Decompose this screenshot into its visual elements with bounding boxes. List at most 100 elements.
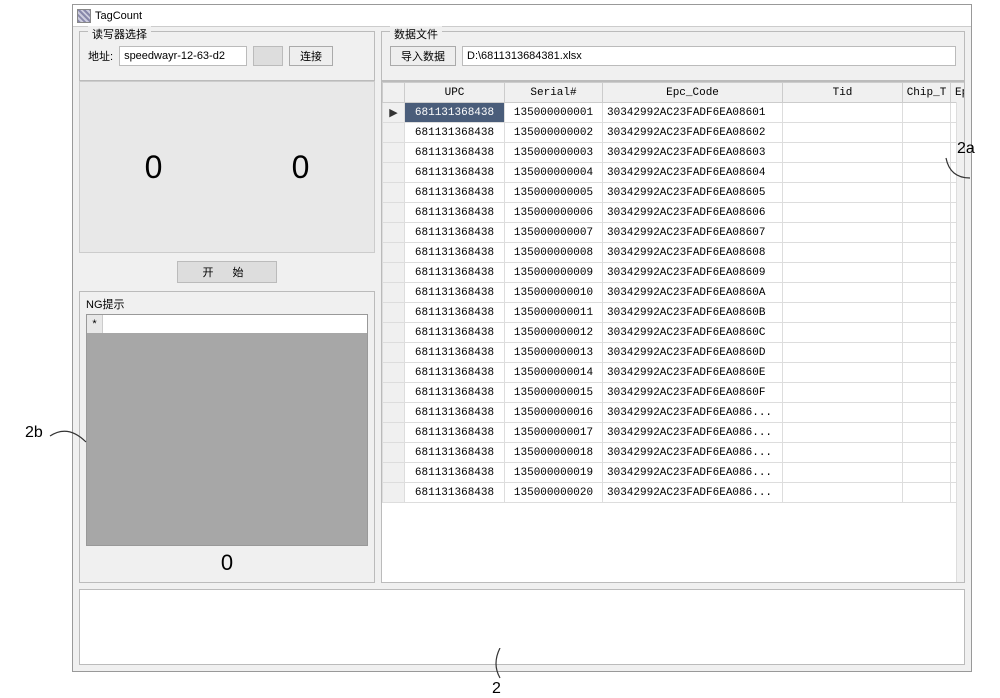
table-row[interactable]: 68113136843813500000000730342992AC23FADF… — [383, 223, 966, 243]
cell-upc[interactable]: 681131368438 — [405, 303, 505, 323]
connect-button[interactable]: 连接 — [289, 46, 333, 66]
file-path-input[interactable] — [462, 46, 956, 66]
cell-chipt[interactable] — [903, 303, 951, 323]
ng-grid[interactable]: * — [86, 314, 368, 546]
cell-epc[interactable]: 30342992AC23FADF6EA08607 — [603, 223, 783, 243]
cell-tid[interactable] — [783, 223, 903, 243]
cell-epc[interactable]: 30342992AC23FADF6EA086... — [603, 483, 783, 503]
cell-chipt[interactable] — [903, 423, 951, 443]
cell-serial[interactable]: 135000000004 — [505, 163, 603, 183]
col-upc[interactable]: UPC — [405, 83, 505, 103]
cell-upc[interactable]: 681131368438 — [405, 243, 505, 263]
cell-tid[interactable] — [783, 283, 903, 303]
cell-tid[interactable] — [783, 123, 903, 143]
cell-upc[interactable]: 681131368438 — [405, 183, 505, 203]
log-textbox[interactable] — [79, 589, 965, 665]
cell-tid[interactable] — [783, 303, 903, 323]
cell-serial[interactable]: 135000000009 — [505, 263, 603, 283]
cell-epc[interactable]: 30342992AC23FADF6EA086... — [603, 443, 783, 463]
col-epcl[interactable]: Epc_L — [951, 83, 966, 103]
table-row[interactable]: 68113136843813500000000830342992AC23FADF… — [383, 243, 966, 263]
cell-upc[interactable]: 681131368438 — [405, 463, 505, 483]
cell-chipt[interactable] — [903, 463, 951, 483]
cell-epc[interactable]: 30342992AC23FADF6EA0860A — [603, 283, 783, 303]
cell-epc[interactable]: 30342992AC23FADF6EA0860F — [603, 383, 783, 403]
cell-serial[interactable]: 135000000020 — [505, 483, 603, 503]
cell-serial[interactable]: 135000000012 — [505, 323, 603, 343]
table-row[interactable]: 68113136843813500000000430342992AC23FADF… — [383, 163, 966, 183]
cell-serial[interactable]: 135000000008 — [505, 243, 603, 263]
cell-tid[interactable] — [783, 423, 903, 443]
cell-tid[interactable] — [783, 163, 903, 183]
cell-chipt[interactable] — [903, 323, 951, 343]
table-row[interactable]: 68113136843813500000002030342992AC23FADF… — [383, 483, 966, 503]
cell-epc[interactable]: 30342992AC23FADF6EA08609 — [603, 263, 783, 283]
cell-epc[interactable]: 30342992AC23FADF6EA086... — [603, 403, 783, 423]
cell-upc[interactable]: 681131368438 — [405, 143, 505, 163]
col-epc[interactable]: Epc_Code — [603, 83, 783, 103]
cell-upc[interactable]: 681131368438 — [405, 163, 505, 183]
cell-epc[interactable]: 30342992AC23FADF6EA0860E — [603, 363, 783, 383]
cell-epc[interactable]: 30342992AC23FADF6EA08606 — [603, 203, 783, 223]
cell-upc[interactable]: 681131368438 — [405, 443, 505, 463]
cell-chipt[interactable] — [903, 343, 951, 363]
table-row[interactable]: 68113136843813500000001230342992AC23FADF… — [383, 323, 966, 343]
table-row[interactable]: 68113136843813500000001330342992AC23FADF… — [383, 343, 966, 363]
cell-tid[interactable] — [783, 183, 903, 203]
cell-epc[interactable]: 30342992AC23FADF6EA08604 — [603, 163, 783, 183]
col-serial[interactable]: Serial# — [505, 83, 603, 103]
cell-epc[interactable]: 30342992AC23FADF6EA086... — [603, 423, 783, 443]
table-row[interactable]: 68113136843813500000000930342992AC23FADF… — [383, 263, 966, 283]
col-tid[interactable]: Tid — [783, 83, 903, 103]
col-rowheader[interactable] — [383, 83, 405, 103]
cell-serial[interactable]: 135000000010 — [505, 283, 603, 303]
grid-header-row[interactable]: UPC Serial# Epc_Code Tid Chip_T Epc_L — [383, 83, 966, 103]
cell-chipt[interactable] — [903, 263, 951, 283]
cell-chipt[interactable] — [903, 283, 951, 303]
table-row[interactable]: 68113136843813500000001030342992AC23FADF… — [383, 283, 966, 303]
addr-input[interactable] — [119, 46, 247, 66]
addr-aux-button[interactable] — [253, 46, 283, 66]
cell-chipt[interactable] — [903, 403, 951, 423]
cell-chipt[interactable] — [903, 183, 951, 203]
cell-chipt[interactable] — [903, 203, 951, 223]
cell-serial[interactable]: 135000000013 — [505, 343, 603, 363]
cell-upc[interactable]: 681131368438 — [405, 263, 505, 283]
cell-tid[interactable] — [783, 363, 903, 383]
cell-epc[interactable]: 30342992AC23FADF6EA0860D — [603, 343, 783, 363]
table-row[interactable]: 68113136843813500000001730342992AC23FADF… — [383, 423, 966, 443]
cell-chipt[interactable] — [903, 243, 951, 263]
cell-tid[interactable] — [783, 103, 903, 123]
import-button[interactable]: 导入数据 — [390, 46, 456, 66]
cell-upc[interactable]: 681131368438 — [405, 103, 505, 123]
table-row[interactable]: 68113136843813500000001130342992AC23FADF… — [383, 303, 966, 323]
table-row[interactable]: 68113136843813500000001530342992AC23FADF… — [383, 383, 966, 403]
cell-chipt[interactable] — [903, 383, 951, 403]
cell-serial[interactable]: 135000000016 — [505, 403, 603, 423]
cell-chipt[interactable] — [903, 123, 951, 143]
cell-epc[interactable]: 30342992AC23FADF6EA08601 — [603, 103, 783, 123]
grid-table[interactable]: UPC Serial# Epc_Code Tid Chip_T Epc_L ▶6… — [382, 82, 965, 503]
start-button[interactable]: 开 始 — [177, 261, 277, 283]
cell-epc[interactable]: 30342992AC23FADF6EA0860C — [603, 323, 783, 343]
cell-tid[interactable] — [783, 203, 903, 223]
cell-serial[interactable]: 135000000017 — [505, 423, 603, 443]
cell-serial[interactable]: 135000000006 — [505, 203, 603, 223]
cell-chipt[interactable] — [903, 483, 951, 503]
table-row[interactable]: 68113136843813500000001630342992AC23FADF… — [383, 403, 966, 423]
table-row[interactable]: 68113136843813500000000630342992AC23FADF… — [383, 203, 966, 223]
cell-serial[interactable]: 135000000015 — [505, 383, 603, 403]
table-row[interactable]: 68113136843813500000000230342992AC23FADF… — [383, 123, 966, 143]
table-row[interactable]: 68113136843813500000000330342992AC23FADF… — [383, 143, 966, 163]
cell-upc[interactable]: 681131368438 — [405, 123, 505, 143]
cell-serial[interactable]: 135000000005 — [505, 183, 603, 203]
cell-serial[interactable]: 135000000001 — [505, 103, 603, 123]
cell-tid[interactable] — [783, 463, 903, 483]
cell-tid[interactable] — [783, 323, 903, 343]
table-row[interactable]: 68113136843813500000001930342992AC23FADF… — [383, 463, 966, 483]
table-row[interactable]: 68113136843813500000001830342992AC23FADF… — [383, 443, 966, 463]
cell-tid[interactable] — [783, 343, 903, 363]
table-row[interactable]: ▶68113136843813500000000130342992AC23FAD… — [383, 103, 966, 123]
cell-epc[interactable]: 30342992AC23FADF6EA08603 — [603, 143, 783, 163]
cell-upc[interactable]: 681131368438 — [405, 223, 505, 243]
